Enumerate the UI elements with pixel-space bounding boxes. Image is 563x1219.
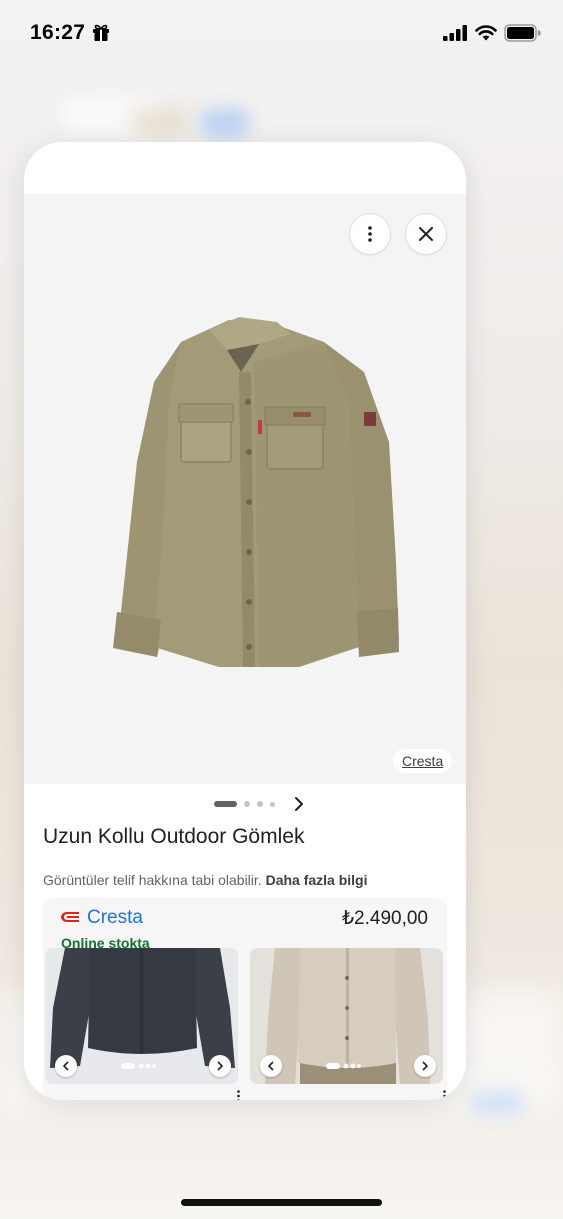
chevron-right-icon [422, 1061, 429, 1071]
close-button[interactable] [406, 214, 446, 254]
status-time: 16:27 [30, 21, 86, 44]
image-source-link[interactable]: Cresta [393, 749, 453, 773]
chevron-right-icon[interactable] [292, 796, 306, 812]
merchant-offer[interactable]: Cresta ₺2.490,00 Online stokta [43, 898, 447, 1100]
background-chip-selected [200, 108, 250, 138]
copyright-notice: Görüntüler telif hakkına tabi olabilir. … [43, 872, 368, 888]
carousel-dot [270, 801, 275, 807]
merchant-name[interactable]: Cresta [87, 907, 143, 929]
chevron-left-icon [267, 1061, 274, 1071]
related-product-thumbnail[interactable] [45, 948, 238, 1084]
chevron-left-icon [62, 1061, 69, 1071]
thumbnail-prev-button[interactable] [55, 1055, 77, 1077]
more-options-button[interactable] [350, 214, 390, 254]
more-vert-icon [368, 226, 372, 242]
background-chip [130, 110, 190, 134]
thumbnail-next-button[interactable] [414, 1055, 436, 1077]
product-title: Uzun Kollu Outdoor Gömlek [43, 825, 305, 848]
more-vert-icon[interactable] [237, 1090, 240, 1100]
product-card: Cresta Uzun Kollu Outdoor Gömlek Görüntü… [24, 142, 466, 1100]
wifi-icon [475, 25, 497, 41]
background-button [470, 1090, 525, 1116]
carousel-dot-active [214, 801, 237, 807]
battery-icon [504, 24, 541, 42]
more-info-link[interactable]: Daha fazla bilgi [266, 872, 368, 888]
product-image-area[interactable]: Cresta [24, 194, 466, 784]
thumbnail-prev-button[interactable] [260, 1055, 282, 1077]
more-vert-icon[interactable] [443, 1090, 446, 1100]
carousel-dot [257, 801, 263, 807]
product-price: ₺2.490,00 [341, 908, 428, 929]
merchant-logo-icon [61, 912, 79, 922]
product-image [113, 317, 399, 667]
cellular-signal-icon [443, 25, 467, 41]
thumbnail-carousel-indicator [326, 1063, 361, 1069]
status-bar: 16:27 [0, 0, 563, 60]
thumbnail-next-button[interactable] [209, 1055, 231, 1077]
thumbnail-carousel-indicator [121, 1063, 156, 1069]
carousel-dot [244, 801, 250, 807]
gift-icon [93, 24, 109, 41]
close-icon [419, 227, 433, 241]
copyright-text: Görüntüler telif hakkına tabi olabilir. [43, 872, 262, 888]
home-indicator[interactable] [181, 1199, 382, 1206]
related-product-thumbnail[interactable] [250, 948, 443, 1084]
chevron-right-icon [217, 1061, 224, 1071]
